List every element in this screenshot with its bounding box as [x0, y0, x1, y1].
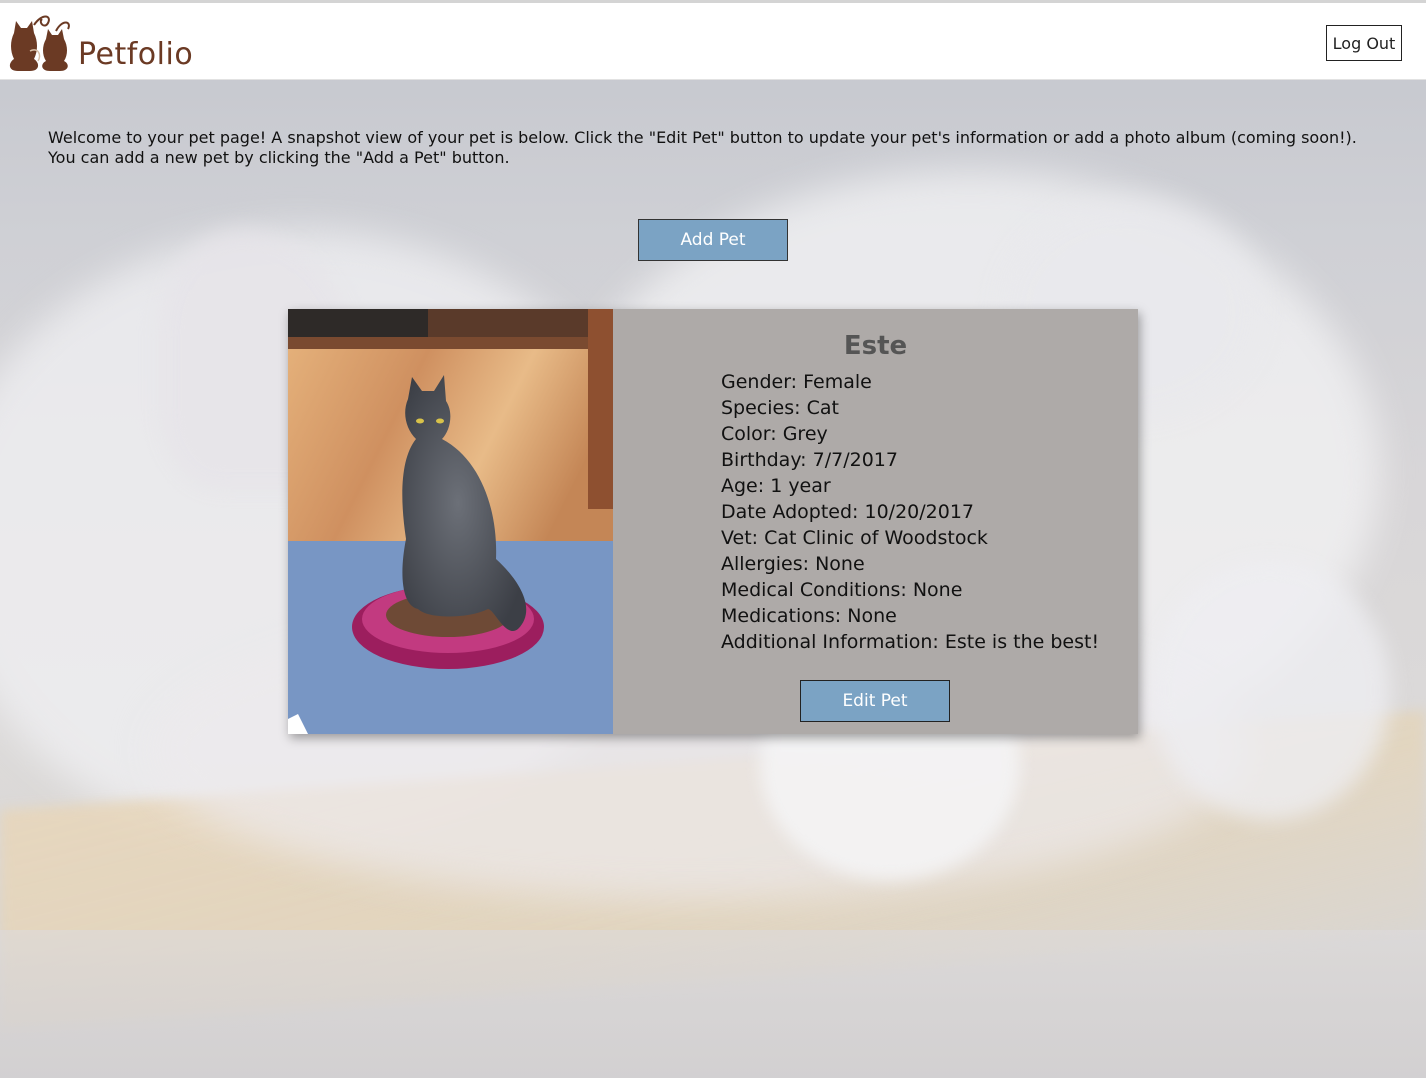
welcome-message: Welcome to your pet page! A snapshot vie…: [48, 128, 1388, 168]
edit-pet-button[interactable]: Edit Pet: [800, 680, 950, 722]
detail-species: Species: Cat: [721, 397, 839, 419]
pet-name: Este: [843, 331, 908, 361]
brand-name: Petfolio: [78, 37, 194, 72]
detail-age: Age: 1 year: [721, 475, 831, 497]
detail-allergies: Allergies: None: [721, 553, 865, 575]
detail-date-adopted: Date Adopted: 10/20/2017: [721, 501, 975, 523]
add-pet-button[interactable]: Add Pet: [638, 219, 788, 261]
welcome-text-line-2: You can add a new pet by clicking the "A…: [48, 148, 510, 167]
pet-photo-image: [288, 309, 613, 734]
navbar: Petfolio Log Out: [0, 3, 1426, 80]
detail-vet: Vet: Cat Clinic of Woodstock: [721, 527, 988, 549]
logout-button[interactable]: Log Out: [1326, 25, 1402, 61]
brand-logo[interactable]: Petfolio: [8, 9, 193, 73]
pet-photo: [288, 309, 613, 734]
welcome-text-line-1: Welcome to your pet page! A snapshot vie…: [48, 128, 1357, 147]
pet-details: Gender: Female Species: Cat Color: Grey …: [721, 369, 1099, 655]
detail-additional-information: Additional Information: Este is the best…: [721, 631, 1100, 653]
detail-medical-conditions: Medical Conditions: None: [721, 579, 963, 601]
detail-medications: Medications: None: [721, 605, 897, 627]
pet-card: Este Gender: Female Species: Cat Color: …: [288, 309, 1138, 734]
detail-gender: Gender: Female: [721, 371, 872, 393]
cats-logo-icon: [9, 15, 70, 71]
detail-color: Color: Grey: [721, 423, 828, 445]
pet-info: Este Gender: Female Species: Cat Color: …: [613, 309, 1138, 734]
detail-birthday: Birthday: 7/7/2017: [721, 449, 898, 471]
